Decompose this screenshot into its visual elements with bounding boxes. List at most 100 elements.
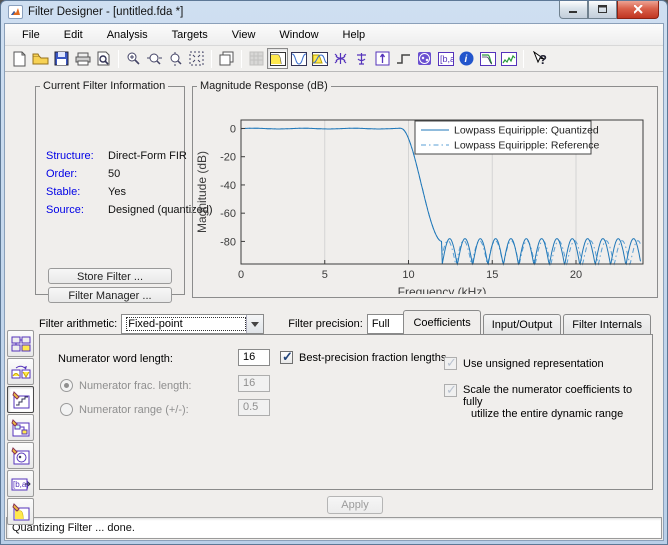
scale-label-line2: utilize the entire dynamic range (471, 408, 624, 420)
print-to-figure-icon[interactable] (216, 48, 237, 69)
numerator-range-radio[interactable] (60, 403, 73, 416)
magnitude-response-title: Magnitude Response (dB) (200, 80, 328, 92)
info-label: Order: (46, 168, 78, 180)
menu-bar: File Edit Analysis Targets View Window Help (5, 24, 663, 46)
magnitude-response-plot: 0 5 10 15 20 0 -20 -40 -60 -80 Frequency (kHz) Magn… (195, 119, 644, 294)
window-title: Filter Designer - [untitled.fda *] (28, 6, 184, 18)
phase-delay-icon[interactable] (351, 48, 372, 69)
design-filter-icon[interactable] (7, 498, 34, 525)
menu-help[interactable]: Help (334, 26, 375, 44)
transform-filter-icon[interactable] (7, 358, 34, 385)
filter-info-row: Source: Designed (quantized) (46, 201, 213, 219)
numerator-frac-length-field: 16 (238, 375, 270, 392)
sidebar-toolbar: [b,a] (7, 330, 37, 526)
svg-text:-80: -80 (220, 236, 236, 248)
menu-targets[interactable]: Targets (163, 26, 217, 44)
info-label: Stable: (46, 186, 81, 198)
impulse-response-icon[interactable] (372, 48, 393, 69)
save-session-icon[interactable] (51, 48, 72, 69)
filter-info-row: Order: 50 (46, 165, 213, 183)
toolbar-separator (211, 49, 212, 68)
main-area: Current Filter Information Structure: Dir… (5, 72, 663, 525)
current-filter-information-panel: Current Filter Information Structure: Dir… (35, 80, 213, 303)
maximize-button[interactable] (588, 1, 617, 19)
filter-information-icon[interactable]: i (456, 48, 477, 69)
svg-text:-40: -40 (220, 180, 236, 192)
zoom-in-icon[interactable] (123, 48, 144, 69)
info-panel-title: Current Filter Information (43, 80, 166, 92)
filterbuilder-icon (246, 48, 267, 69)
numerator-frac-length-radio[interactable] (60, 379, 73, 392)
numerator-word-length-label: Numerator word length: (58, 353, 173, 365)
tab-input-output[interactable]: Input/Output (482, 314, 562, 334)
round-off-noise-psd-icon[interactable] (498, 48, 519, 69)
svg-text:[b,a]: [b,a] (440, 54, 454, 64)
new-session-icon[interactable] (9, 48, 30, 69)
set-quantization-parameters-icon[interactable] (7, 386, 34, 413)
pole-zero-plot-icon[interactable] (414, 48, 435, 69)
svg-text:20: 20 (570, 269, 582, 281)
magnitude-response-icon[interactable] (267, 48, 288, 69)
zoom-y-icon[interactable] (165, 48, 186, 69)
full-view-icon[interactable] (186, 48, 207, 69)
phase-response-icon[interactable] (288, 48, 309, 69)
best-precision-label: Best-precision fraction lengths (299, 351, 447, 364)
pole-zero-editor-icon[interactable] (7, 442, 34, 469)
realize-model-icon[interactable] (7, 414, 34, 441)
filter-manager-button[interactable]: Filter Manager ... (48, 287, 172, 303)
toolbar-separator (523, 49, 524, 68)
tab-coefficients[interactable]: Coefficients (403, 310, 481, 334)
whats-this-help-icon[interactable]: ? (528, 48, 549, 69)
toolbar-separator (241, 49, 242, 68)
scale-coefficients-checkbox[interactable] (444, 382, 457, 398)
minimize-button[interactable] (559, 1, 588, 19)
svg-text:5: 5 (322, 269, 328, 281)
filter-arithmetic-select[interactable]: Fixed-point (121, 314, 265, 334)
print-preview-icon[interactable] (93, 48, 114, 69)
menu-file[interactable]: File (13, 26, 49, 44)
best-precision-checkbox[interactable] (280, 349, 293, 365)
menu-window[interactable]: Window (270, 26, 327, 44)
svg-text:0: 0 (238, 269, 244, 281)
menu-edit[interactable]: Edit (55, 26, 92, 44)
import-filter-icon[interactable]: [b,a] (7, 470, 34, 497)
svg-text:?: ? (539, 52, 547, 67)
title-bar[interactable]: Filter Designer - [untitled.fda *] (1, 1, 667, 23)
group-delay-icon[interactable] (330, 48, 351, 69)
use-unsigned-label: Use unsigned representation (463, 357, 604, 370)
info-value: Yes (108, 186, 126, 198)
svg-text:0: 0 (230, 123, 236, 135)
print-icon[interactable] (72, 48, 93, 69)
toolbar: [b,a] i? (5, 46, 663, 72)
svg-text:Frequency (kHz): Frequency (kHz) (398, 285, 487, 294)
apply-button[interactable]: Apply (327, 496, 383, 514)
magnitude-response-estimate-icon[interactable] (477, 48, 498, 69)
tab-filter-internals[interactable]: Filter Internals (563, 314, 651, 334)
zoom-x-icon[interactable] (144, 48, 165, 69)
step-response-icon[interactable] (393, 48, 414, 69)
filter-arithmetic-label: Filter arithmetic: (39, 318, 118, 330)
scale-coefficients-label: Scale the numerator coefficients to full… (463, 384, 652, 420)
filter-designer-window: Filter Designer - [untitled.fda *] File E… (0, 0, 668, 545)
numerator-word-length-field[interactable]: 16 (238, 349, 270, 366)
info-label: Structure: (46, 150, 94, 162)
status-bar: Quantizing Filter ... done. (6, 517, 662, 539)
filter-coefficients-icon[interactable]: [b,a] (435, 48, 456, 69)
status-message: Quantizing Filter ... done. (6, 517, 662, 539)
info-value: 50 (108, 168, 121, 180)
multirate-filter-icon[interactable] (7, 330, 34, 357)
chevron-down-icon[interactable] (246, 315, 264, 333)
tab-strip: Coefficients Input/Output Filter Internals (401, 310, 651, 334)
toolbar-separator (118, 49, 119, 68)
svg-text:Lowpass Equiripple: Reference: Lowpass Equiripple: Reference (454, 140, 599, 152)
close-button[interactable] (617, 1, 659, 19)
magnitude-phase-response-icon[interactable] (309, 48, 330, 69)
filter-precision-label: Filter precision: (288, 318, 363, 330)
use-unsigned-checkbox[interactable] (444, 355, 457, 371)
store-filter-button[interactable]: Store Filter ... (48, 268, 172, 284)
menu-analysis[interactable]: Analysis (98, 26, 157, 44)
info-label: Source: (46, 204, 84, 216)
open-session-icon[interactable] (30, 48, 51, 69)
info-value: Direct-Form FIR (108, 150, 187, 162)
menu-view[interactable]: View (223, 26, 265, 44)
